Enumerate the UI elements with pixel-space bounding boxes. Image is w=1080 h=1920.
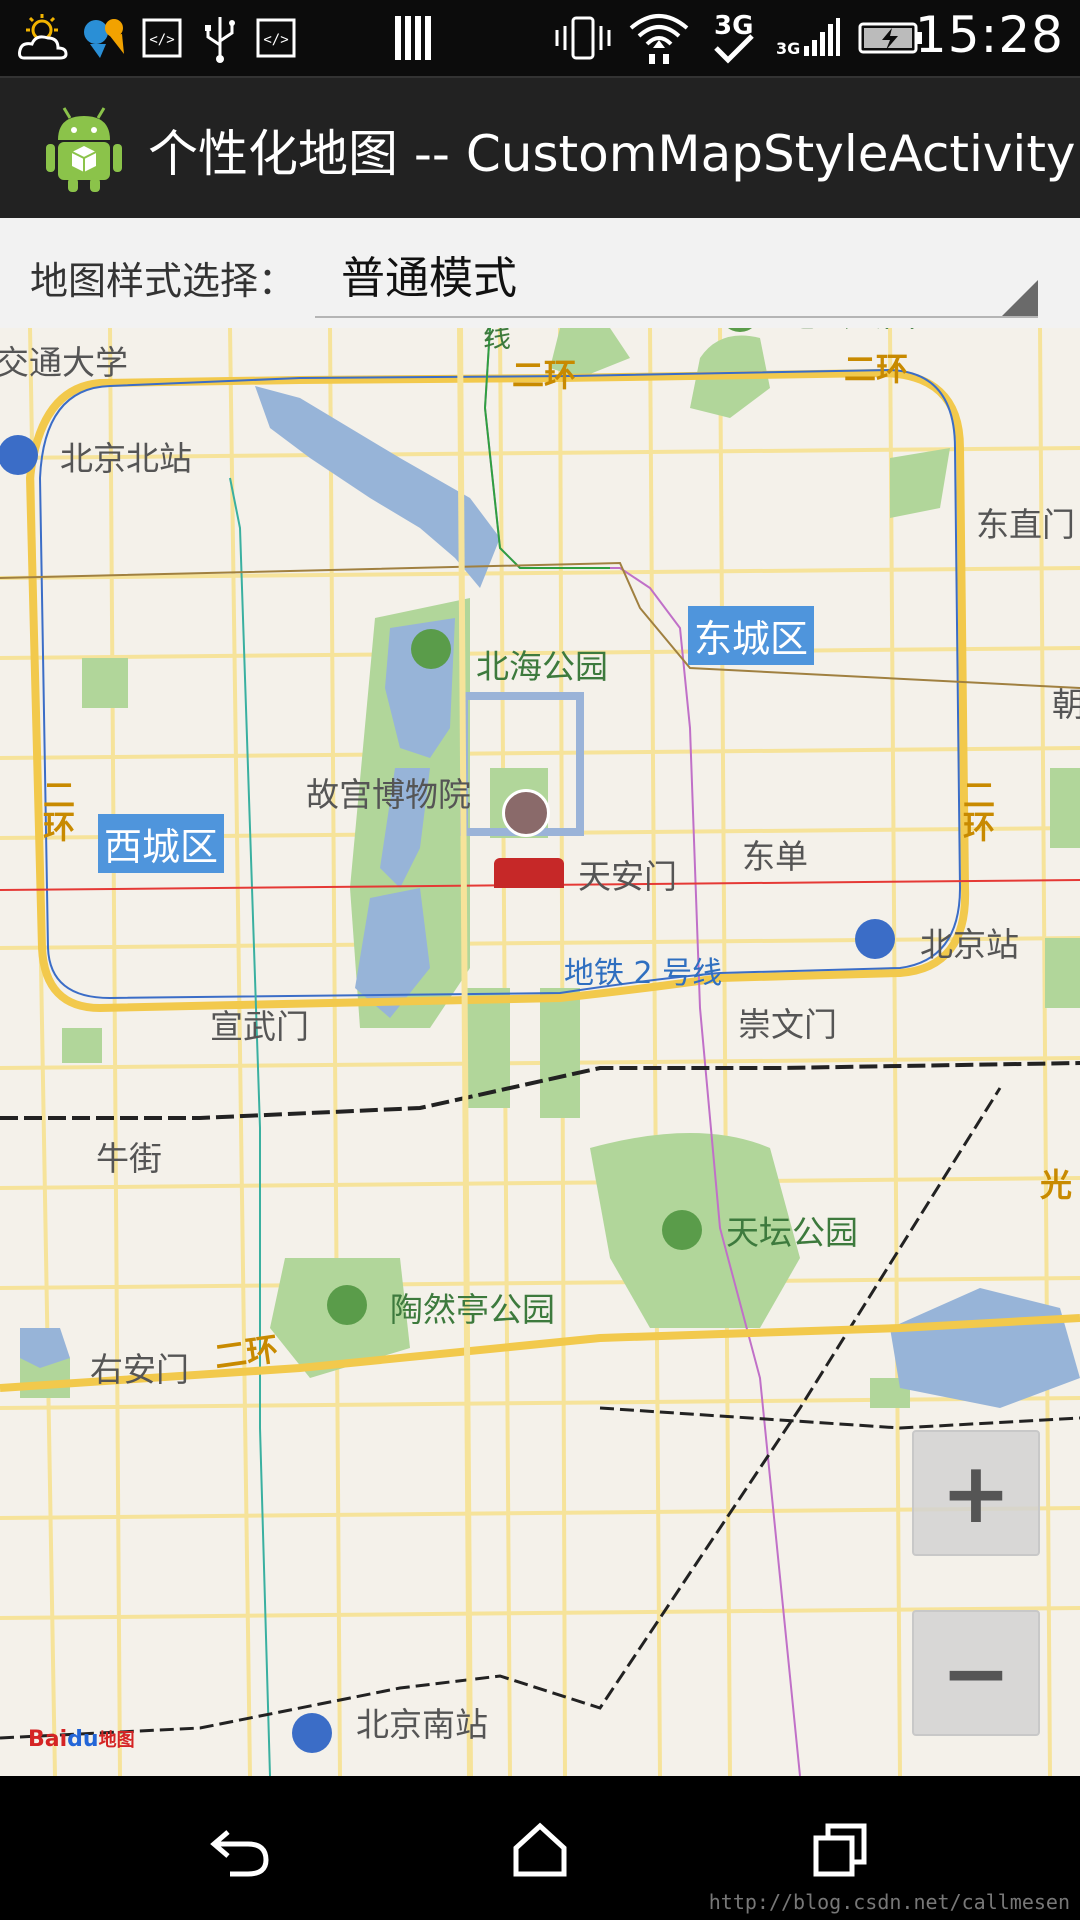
map-label-xicheng[interactable]: 西城区: [98, 814, 225, 873]
vibrate-icon: [552, 10, 614, 66]
code-icon: </>: [256, 10, 296, 66]
watermark-text: http://blog.csdn.net/callmesen: [708, 1890, 1070, 1914]
map-label-chongwenmen[interactable]: 崇文门: [738, 998, 837, 1046]
map-label-guang[interactable]: 光: [1040, 1160, 1072, 1206]
map-label-ditan[interactable]: 地坛公园: [784, 328, 916, 336]
map-label-dongdan[interactable]: 东单: [742, 830, 808, 878]
home-icon[interactable]: [500, 1810, 580, 1890]
map-label-beijing-south[interactable]: 北京南站: [356, 1698, 488, 1746]
map-canvas: [0, 328, 1080, 1776]
recents-icon[interactable]: [800, 1810, 880, 1890]
style-selector-label: 地图样式选择：: [30, 259, 297, 303]
map-label-tiananmen[interactable]: 天安门: [578, 850, 677, 898]
3g-check-icon: 3G: [710, 10, 758, 66]
train-station-icon[interactable]: [292, 1713, 332, 1753]
map-label-line-top: 号线: [475, 328, 515, 350]
map-style-selected-value: 普通模式: [341, 253, 517, 304]
weather-partly-cloudy-icon: [16, 10, 72, 66]
back-icon[interactable]: [200, 1810, 280, 1890]
baidu-map-logo: Baidu地图: [28, 1727, 135, 1752]
wifi-icon: [626, 10, 692, 66]
map-label-ring2-left: 二环: [38, 778, 76, 842]
activity-title: 个性化地图 -- CustomMapStyleActivity: [148, 125, 1076, 183]
zoom-out-button[interactable]: −: [912, 1610, 1040, 1736]
status-time: 15:28: [914, 6, 1064, 64]
zoom-in-button[interactable]: +: [912, 1430, 1040, 1556]
style-selector-row: 地图样式选择： 普通模式: [0, 218, 1080, 328]
map-label-ring2-right: 二环: [958, 778, 996, 842]
svg-text:</>: </>: [149, 32, 174, 48]
tiananmen-icon[interactable]: [494, 858, 564, 888]
map-label-xuanwumen[interactable]: 宣武门: [210, 1000, 309, 1048]
map-label-subway-line2[interactable]: 地铁 2 号线: [564, 948, 722, 992]
spinner-dropdown-icon: [1002, 280, 1038, 316]
park-icon[interactable]: [662, 1210, 702, 1250]
action-bar: 个性化地图 -- CustomMapStyleActivity: [0, 76, 1080, 220]
museum-icon[interactable]: [502, 789, 550, 837]
map-label-ring2-top-left: 二环: [512, 356, 577, 394]
park-icon[interactable]: [411, 629, 451, 669]
map-label-ring2-top-right: 二环: [844, 350, 909, 388]
svg-text:</>: </>: [263, 32, 288, 48]
map-label-tiantan[interactable]: 天坛公园: [726, 1206, 858, 1254]
code-icon: </>: [142, 10, 182, 66]
signal-3g-icon: 3G: [776, 10, 840, 66]
android-icon: [44, 104, 124, 194]
map-label-dongcheng[interactable]: 东城区: [688, 606, 815, 665]
map-label-dongzhimen[interactable]: 东直门: [976, 498, 1075, 546]
usb-icon: [198, 10, 242, 66]
map-label-beijing-north[interactable]: 北京北站: [60, 432, 192, 480]
map-style-spinner[interactable]: 普通模式: [315, 236, 1038, 318]
map-label-beijing-station[interactable]: 北京站: [920, 918, 1019, 966]
map-label-niujie[interactable]: 牛街: [96, 1132, 162, 1180]
svg-text:3G: 3G: [776, 39, 800, 58]
map-label-taoranting[interactable]: 陶然亭公园: [390, 1283, 555, 1331]
barcode-icon: [392, 10, 436, 66]
train-station-icon[interactable]: [855, 919, 895, 959]
map-label-gugong[interactable]: 故宫博物院: [306, 768, 471, 816]
plus-icon: +: [940, 1444, 1012, 1542]
messenger-icon: [78, 10, 134, 66]
map-label-ring2-bottom: 二环: [211, 1329, 281, 1377]
map-label-beihai[interactable]: 北海公园: [476, 640, 608, 688]
map-label-jiaotong[interactable]: 交通大学: [0, 336, 128, 384]
svg-text:3G: 3G: [714, 11, 753, 41]
status-bar: </> </> 3G 3G 15:28: [0, 0, 1080, 76]
map-label-youanmen[interactable]: 右安门: [90, 1343, 189, 1391]
map-label-chao[interactable]: 朝: [1052, 678, 1080, 726]
navigation-bar: http://blog.csdn.net/callmesen: [0, 1776, 1080, 1920]
map-view[interactable]: 交通大学 北京北站 地坛公园 二环 二环 号线 东直门 东城区 北海公园 朝 故…: [0, 328, 1080, 1776]
park-icon[interactable]: [327, 1285, 367, 1325]
minus-icon: −: [940, 1624, 1012, 1722]
